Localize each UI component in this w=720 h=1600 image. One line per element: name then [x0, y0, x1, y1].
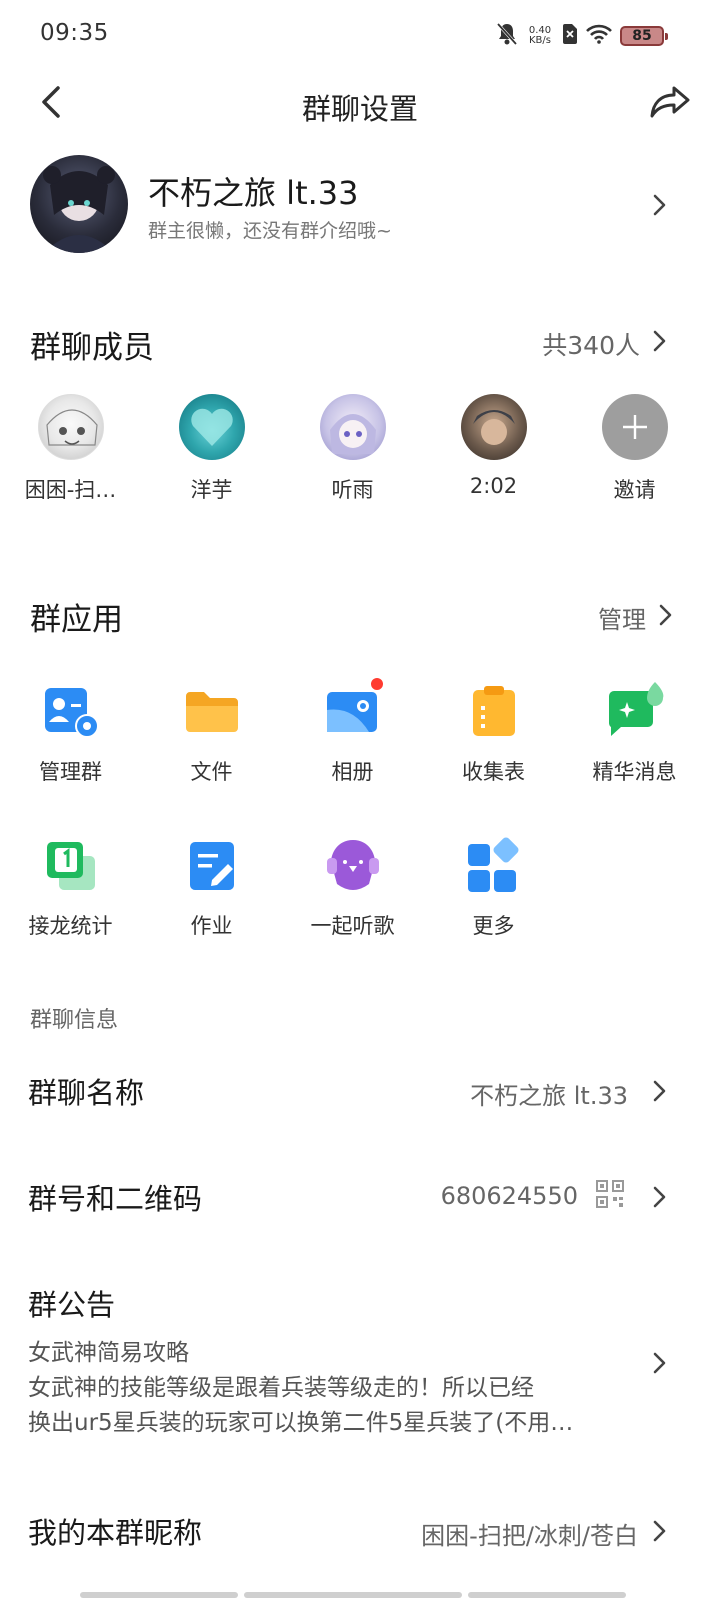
group-id-qrcode-row[interactable]: 群号和二维码 680624550	[0, 1166, 720, 1230]
group-name-label: 群聊名称	[28, 1076, 145, 1110]
app-homework[interactable]: 作业	[141, 836, 282, 940]
notice-line: 换出ur5星兵装的玩家可以换第二件5星兵装了(不用…	[28, 1410, 574, 1436]
member-name: 2:02	[469, 474, 518, 498]
status-icons: 0.40 KB/s 85	[496, 22, 668, 50]
group-notice-label: 群公告	[28, 1288, 116, 1322]
chevron-right-icon	[652, 1186, 666, 1208]
notice-line: 女武神简易攻略	[28, 1340, 189, 1366]
apps-manage-link[interactable]: 管理	[566, 594, 676, 638]
speed-unit: KB/s	[529, 35, 551, 46]
members-count-link[interactable]: 共340人	[470, 320, 670, 364]
mute-bell-icon	[496, 22, 518, 50]
relay-stats-icon	[41, 836, 101, 896]
app-essence-messages[interactable]: 精华消息	[564, 682, 705, 786]
member-list: 困困-扫… 洋芋 听雨 2:02 邀请	[0, 390, 720, 504]
wifi-icon	[586, 24, 612, 48]
group-name-value: 不朽之旅 lt.33	[470, 1082, 628, 1110]
app-label: 收集表	[462, 760, 525, 784]
member-name: 听雨	[331, 478, 374, 502]
group-name: 不朽之旅 lt.33	[148, 174, 359, 212]
app-label: 作业	[190, 914, 233, 938]
chevron-right-icon	[658, 604, 672, 626]
battery-level: 85	[632, 28, 652, 44]
chevron-right-icon	[652, 330, 666, 352]
scroll-indicator	[80, 1592, 238, 1598]
more-apps-icon	[464, 836, 524, 896]
invite-member-button[interactable]: 邀请	[564, 390, 705, 504]
apps-title: 群应用	[30, 602, 123, 638]
invite-label: 邀请	[613, 478, 656, 502]
member-avatar	[319, 394, 386, 460]
member-name: 困困-扫…	[24, 478, 117, 502]
sim-off-icon	[562, 23, 578, 49]
member-name: 洋芋	[190, 478, 233, 502]
title-bar: 群聊设置	[0, 70, 720, 136]
group-id-label: 群号和二维码	[28, 1182, 203, 1216]
group-name-row[interactable]: 群聊名称 不朽之旅 lt.33	[0, 1060, 720, 1124]
clipboard-icon	[464, 682, 524, 742]
app-manage-group[interactable]: 管理群	[0, 682, 141, 786]
app-label: 更多	[472, 914, 515, 938]
homework-icon	[182, 836, 242, 896]
app-label: 管理群	[39, 760, 102, 784]
status-time: 09:35	[40, 20, 109, 46]
group-intro: 群主很懒，还没有群介绍哦~	[148, 220, 392, 242]
member-avatar	[37, 394, 104, 460]
member-avatar	[460, 394, 527, 460]
chevron-right-icon	[652, 1080, 666, 1102]
folder-icon	[182, 682, 242, 742]
status-bar: 09:35 0.40 KB/s 85	[0, 0, 720, 70]
notice-line: 女武神的技能等级是跟着兵装等级走的！所以已经	[28, 1375, 534, 1401]
share-button[interactable]	[648, 82, 692, 122]
member-item[interactable]: 听雨	[282, 390, 423, 504]
app-listen-together[interactable]: 一起听歌	[282, 836, 423, 940]
share-icon	[650, 86, 690, 118]
manage-group-icon	[41, 682, 101, 742]
listen-music-icon	[323, 836, 383, 896]
my-nickname-value: 困困-扫把/冰刺/苍白	[421, 1522, 638, 1550]
app-label: 文件	[190, 760, 233, 784]
app-label: 一起听歌	[310, 914, 395, 938]
member-avatar	[178, 394, 245, 460]
my-nickname-label: 我的本群昵称	[28, 1516, 203, 1550]
app-collect-form[interactable]: 收集表	[423, 682, 564, 786]
members-title: 群聊成员	[30, 330, 154, 366]
battery-indicator: 85	[620, 26, 668, 46]
chevron-right-icon	[652, 194, 666, 216]
my-nickname-row[interactable]: 我的本群昵称 困困-扫把/冰刺/苍白	[0, 1500, 720, 1564]
app-label: 相册	[331, 760, 374, 784]
group-info-heading: 群聊信息	[30, 1008, 119, 1033]
member-item[interactable]: 洋芋	[141, 390, 282, 504]
invite-plus-icon	[601, 394, 668, 460]
apps-row-2: 接龙统计 作业 一起听歌 更多	[0, 836, 720, 940]
chevron-right-icon	[652, 1352, 666, 1374]
app-album[interactable]: 相册	[282, 676, 423, 786]
page-title: 群聊设置	[301, 92, 418, 126]
qr-code-icon	[596, 1180, 624, 1212]
scroll-indicator	[468, 1592, 626, 1598]
apps-row-1: 管理群 文件 相册 收集表 精华消息	[0, 676, 720, 786]
group-profile-row[interactable]: 不朽之旅 lt.33 群主很懒，还没有群介绍哦~	[0, 150, 720, 260]
network-speed: 0.40 KB/s	[526, 26, 554, 46]
member-item[interactable]: 困困-扫…	[0, 390, 141, 504]
apps-manage-label: 管理	[598, 606, 646, 634]
members-count: 共340人	[542, 331, 640, 360]
app-label: 精华消息	[592, 760, 677, 784]
group-notice-content: 女武神简易攻略 女武神的技能等级是跟着兵装等级走的！所以已经 换出ur5星兵装的…	[28, 1336, 648, 1441]
essence-message-icon	[605, 682, 665, 742]
group-id-value: 680624550	[440, 1182, 578, 1210]
app-more[interactable]: 更多	[423, 836, 564, 940]
member-item[interactable]: 2:02	[423, 390, 564, 504]
album-icon	[323, 676, 385, 742]
app-relay-stats[interactable]: 接龙统计	[0, 836, 141, 940]
group-avatar[interactable]	[30, 155, 128, 253]
chevron-right-icon	[652, 1520, 666, 1542]
new-badge-dot	[368, 676, 385, 692]
app-label: 接龙统计	[28, 914, 113, 938]
scroll-indicator	[244, 1592, 462, 1598]
app-files[interactable]: 文件	[141, 682, 282, 786]
